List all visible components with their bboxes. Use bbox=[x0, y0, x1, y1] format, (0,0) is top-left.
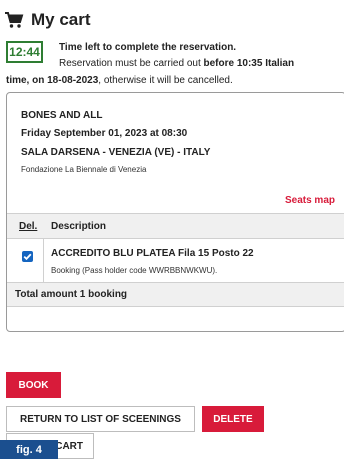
timer-deadline-continuation: time, on 18-08-2023, otherwise it will b… bbox=[6, 75, 233, 86]
timer-deadline-prefix: Reservation must be carried out bbox=[59, 58, 204, 69]
delete-button[interactable]: DELETE bbox=[202, 406, 264, 432]
timer-deadline-bold: before 10:35 Italian bbox=[203, 58, 295, 69]
timer-deadline-date: time, on 18-08-2023 bbox=[6, 75, 99, 86]
header-description: Description bbox=[51, 221, 107, 232]
booking-title: ACCREDITO BLU PLATEA Fila 15 Posto 22 bbox=[51, 248, 254, 259]
event-venue: SALA DARSENA - VENEZIA (VE) - ITALY bbox=[21, 147, 211, 158]
timer-deadline-line: Reservation must be carried out before 1… bbox=[59, 58, 294, 69]
page-title: My cart bbox=[31, 10, 91, 29]
total-amount: Total amount 1 booking bbox=[15, 289, 128, 300]
delete-checkbox[interactable] bbox=[22, 251, 33, 262]
bookings-table: Del. Description ACCREDITO BLU PLATEA Fi… bbox=[7, 213, 344, 307]
countdown-timer: 12:44 bbox=[6, 41, 43, 63]
table-footer: Total amount 1 booking bbox=[7, 283, 344, 307]
page-header: My cart bbox=[4, 10, 91, 30]
cart-icon bbox=[4, 11, 24, 29]
timer-heading: Time left to complete the reservation. bbox=[59, 42, 237, 53]
book-button[interactable]: BOOK bbox=[6, 372, 61, 398]
check-icon bbox=[23, 253, 32, 261]
event-date: Friday September 01, 2023 at 08:30 bbox=[21, 128, 188, 139]
return-to-screenings-button[interactable]: RETURN TO LIST OF SCEENINGS bbox=[6, 406, 195, 432]
header-del: Del. bbox=[19, 221, 38, 232]
booking-subtitle: Booking (Pass holder code WWRBBNWKWU). bbox=[51, 266, 218, 275]
event-organizer: Fondazione La Biennale di Venezia bbox=[21, 165, 147, 174]
booking-panel: BONES AND ALL Friday September 01, 2023 … bbox=[6, 92, 344, 332]
table-row: ACCREDITO BLU PLATEA Fila 15 Posto 22 Bo… bbox=[7, 239, 344, 283]
figure-label: fig. 4 bbox=[0, 440, 58, 459]
event-title: BONES AND ALL bbox=[21, 110, 103, 121]
table-header: Del. Description bbox=[7, 213, 344, 239]
timer-cancel-note: , otherwise it will be cancelled. bbox=[98, 75, 233, 86]
seats-map-link[interactable]: Seats map bbox=[285, 195, 335, 206]
